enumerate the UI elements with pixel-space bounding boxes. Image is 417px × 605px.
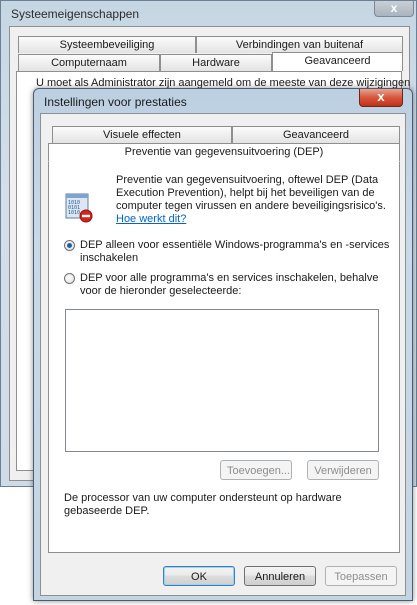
- tab-dep[interactable]: Preventie van gegevensuitvoering (DEP): [48, 143, 400, 162]
- option-essential-only[interactable]: DEP alleen voor essentiële Windows-progr…: [64, 239, 389, 267]
- dep-shield-icon: 1010 0101 1010: [65, 193, 93, 223]
- remove-button[interactable]: Verwijderen: [307, 460, 379, 480]
- tab-advanced[interactable]: Geavanceerd: [272, 52, 403, 71]
- svg-text:1010: 1010: [68, 210, 80, 216]
- tab-remote-connections[interactable]: Verbindingen van buitenaf: [196, 36, 403, 53]
- radio-essential-only[interactable]: [64, 240, 75, 251]
- dialog-title: Instellingen voor prestaties: [44, 95, 187, 109]
- close-icon: x: [377, 89, 385, 104]
- radio-all-programs[interactable]: [64, 273, 75, 284]
- tab-visual-effects[interactable]: Visuele effecten: [52, 126, 232, 143]
- how-it-works-link[interactable]: Hoe werkt dit?: [116, 213, 186, 225]
- hardware-dep-note: De processor van uw computer ondersteunt…: [64, 492, 342, 517]
- apply-button[interactable]: Toepassen: [325, 566, 397, 586]
- option-all-programs[interactable]: DEP voor alle programma's en services in…: [64, 272, 384, 300]
- close-icon: x: [390, 1, 398, 15]
- tab-advanced[interactable]: Geavanceerd: [232, 126, 400, 143]
- window-title: Systeemeigenschappen: [11, 7, 140, 21]
- cancel-button[interactable]: Annuleren: [244, 566, 316, 586]
- tab-computer-name[interactable]: Computernaam: [18, 54, 160, 71]
- dep-intro: Preventie van gegevensuitvoering, oftewe…: [116, 174, 396, 226]
- option-all-programs-label: DEP voor alle programma's en services in…: [80, 272, 379, 297]
- dep-intro-text: Preventie van gegevensuitvoering, oftewe…: [116, 174, 386, 212]
- ok-button[interactable]: OK: [163, 566, 235, 586]
- excluded-programs-list[interactable]: [65, 309, 379, 452]
- option-essential-only-label: DEP alleen voor essentiële Windows-progr…: [80, 239, 390, 264]
- tab-system-protection[interactable]: Systeembeveiliging: [18, 36, 196, 53]
- tab-hardware[interactable]: Hardware: [160, 54, 272, 71]
- add-button[interactable]: Toevoegen...: [220, 460, 292, 480]
- close-button[interactable]: x: [374, 1, 414, 17]
- dialog-close-button[interactable]: x: [359, 89, 403, 107]
